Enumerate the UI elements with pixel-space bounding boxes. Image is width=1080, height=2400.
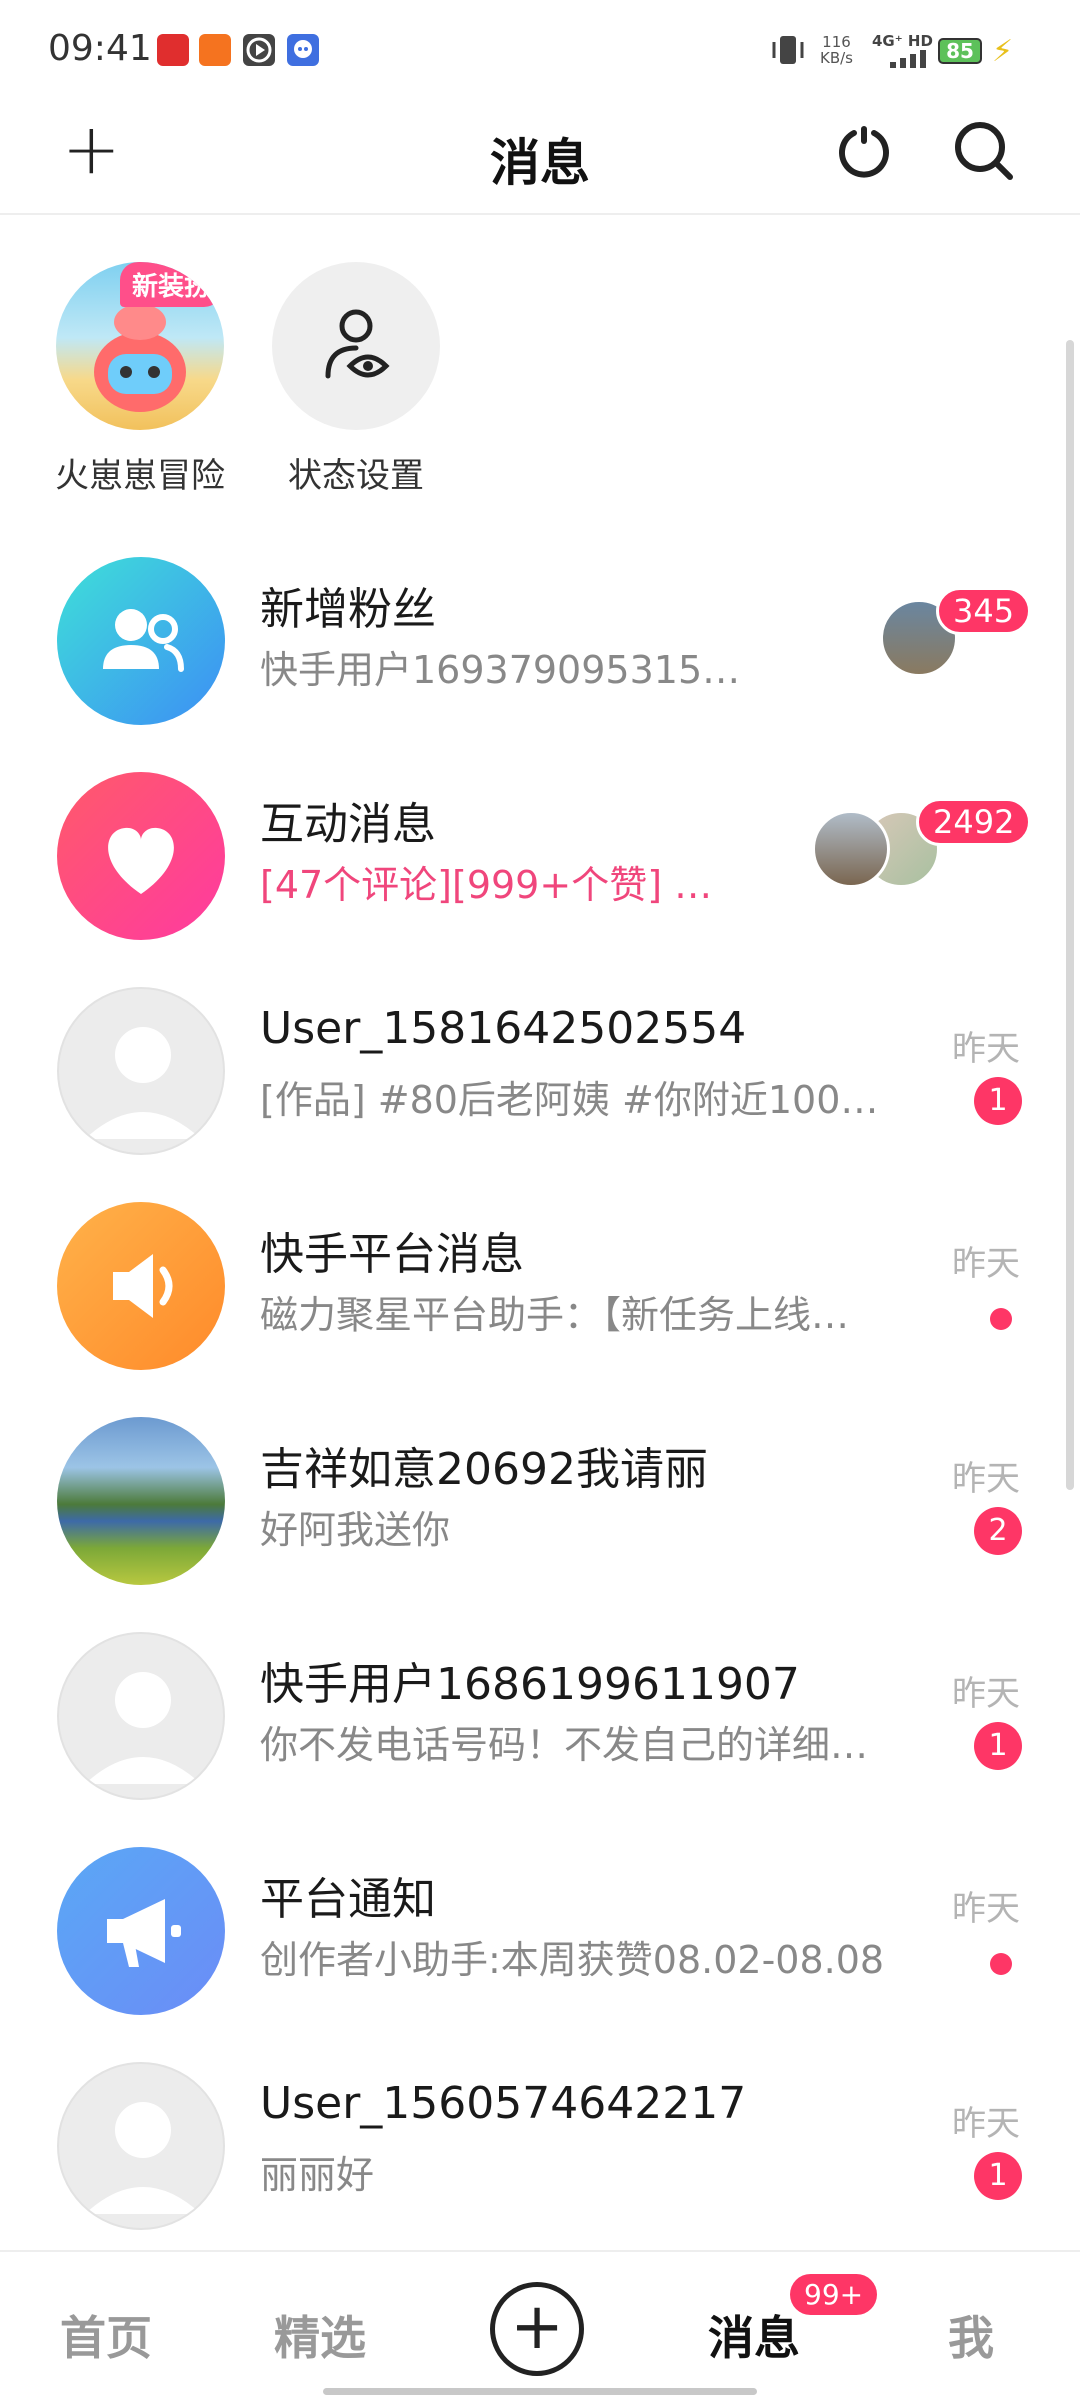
row-subtitle: 好阿我送你 (260, 1508, 451, 1552)
charging-icon: ⚡ (992, 34, 1014, 69)
row-subtitle: 快手用户169379095315… (260, 648, 741, 692)
story-label: 火崽崽冒险 (55, 456, 225, 496)
speaker-icon (57, 1202, 225, 1370)
battery-indicator: 85 (938, 38, 982, 64)
refresh-icon[interactable] (832, 119, 896, 183)
megaphone-icon (57, 1847, 225, 2015)
row-title: 吉祥如意20692我请丽 (260, 1444, 708, 1495)
row-title: User_1581642502554 (260, 1003, 747, 1054)
tab-home[interactable]: 首页 (60, 2302, 152, 2368)
heart-icon (57, 772, 225, 940)
network-indicator: 4G⁺ HD (872, 32, 933, 50)
unread-dot (990, 1953, 1012, 1975)
create-button[interactable]: + (490, 2282, 584, 2376)
row-subtitle: [作品] #80后老阿姨 #你附近100… (260, 1078, 879, 1122)
row-time: 昨天 (952, 2104, 1020, 2144)
list-item-chat[interactable]: User_1581642502554 [作品] #80后老阿姨 #你附近100…… (0, 987, 1080, 1202)
unread-badge: 1 (974, 1077, 1022, 1125)
list-item-platform-messages[interactable]: 快手平台消息 磁力聚星平台助手：【新任务上线… 昨天 (0, 1202, 1080, 1417)
story-label: 状态设置 (288, 456, 424, 496)
tab-messages[interactable]: 消息 (708, 2302, 800, 2368)
row-subtitle: [47个评论][999+个赞] … (260, 863, 713, 907)
count-badge: 2492 (916, 798, 1032, 846)
list-item-new-followers[interactable]: 新增粉丝 快手用户169379095315… 345 (0, 557, 1080, 772)
play-icon (243, 34, 275, 66)
row-title: 平台通知 (260, 1874, 436, 1925)
new-outfit-tag: 新装扮 (120, 262, 223, 307)
messages-badge: 99+ (790, 2274, 878, 2315)
story-status-settings[interactable]: 状态设置 (271, 262, 441, 497)
list-item-chat[interactable]: 快手用户1686199611907 你不发电话号码！不发自己的详细… 昨天 1 (0, 1632, 1080, 1847)
landscape-avatar (57, 1417, 225, 1585)
top-nav: + 消息 (0, 95, 1080, 215)
list-item-chat[interactable]: User_1560574642217 丽丽好 昨天 1 (0, 2062, 1080, 2277)
count-badge: 345 (936, 587, 1032, 635)
row-subtitle: 磁力聚星平台助手：【新任务上线… (260, 1293, 850, 1337)
row-time: 昨天 (952, 1244, 1020, 1284)
row-time: 昨天 (952, 1459, 1020, 1499)
row-title: 快手平台消息 (260, 1229, 524, 1280)
row-subtitle: 你不发电话号码！不发自己的详细… (260, 1723, 869, 1767)
unread-badge: 1 (974, 1722, 1022, 1770)
net-speed: 116 KB/s (820, 33, 853, 67)
home-indicator (323, 2388, 757, 2395)
row-title: 互动消息 (260, 799, 436, 850)
search-icon[interactable] (952, 119, 1016, 183)
unread-badge: 1 (974, 2152, 1022, 2200)
app-icon-red (157, 34, 189, 66)
list-item-interactions[interactable]: 互动消息 [47个评论][999+个赞] … 2492 (0, 772, 1080, 987)
avatar-placeholder (57, 1632, 225, 1800)
row-time: 昨天 (952, 1889, 1020, 1929)
list-item-platform-notice[interactable]: 平台通知 创作者小助手:本周获赞08.02-08.08 昨天 (0, 1847, 1080, 2062)
row-time: 昨天 (952, 1029, 1020, 1069)
row-title: 新增粉丝 (260, 584, 436, 635)
row-subtitle: 丽丽好 (260, 2153, 375, 2197)
row-title: User_1560574642217 (260, 2078, 747, 2129)
unread-dot (990, 1308, 1012, 1330)
chat-icon (287, 34, 319, 66)
row-subtitle: 创作者小助手:本周获赞08.02-08.08 (260, 1938, 885, 1982)
commenter-avatar (812, 810, 890, 888)
unread-badge: 2 (974, 1507, 1022, 1555)
bottom-tab-bar: 首页 精选 + 消息 99+ 我 (0, 2250, 1080, 2400)
status-bar: 09:41 116 KB/s 4G⁺ HD 85 ⚡ (0, 0, 1080, 95)
list-item-chat[interactable]: 吉祥如意20692我请丽 好阿我送你 昨天 2 (0, 1417, 1080, 1632)
followers-icon (57, 557, 225, 725)
vibrate-icon (770, 30, 806, 70)
row-title: 快手用户1686199611907 (260, 1659, 800, 1710)
status-settings-icon (272, 262, 440, 430)
avatar-placeholder (57, 2062, 225, 2230)
story-avatar: 新装扮 (56, 262, 224, 430)
row-time: 昨天 (952, 1674, 1020, 1714)
scrollbar[interactable] (1066, 340, 1074, 1490)
app-icon-orange (199, 34, 231, 66)
page-title: 消息 (490, 134, 590, 192)
status-time: 09:41 (48, 28, 152, 69)
tab-me[interactable]: 我 (948, 2302, 994, 2368)
avatar-placeholder (57, 987, 225, 1155)
story-fire-adventure[interactable]: 新装扮 火崽崽冒险 (55, 262, 225, 497)
tab-featured[interactable]: 精选 (274, 2302, 366, 2368)
signal-icon (888, 50, 930, 90)
